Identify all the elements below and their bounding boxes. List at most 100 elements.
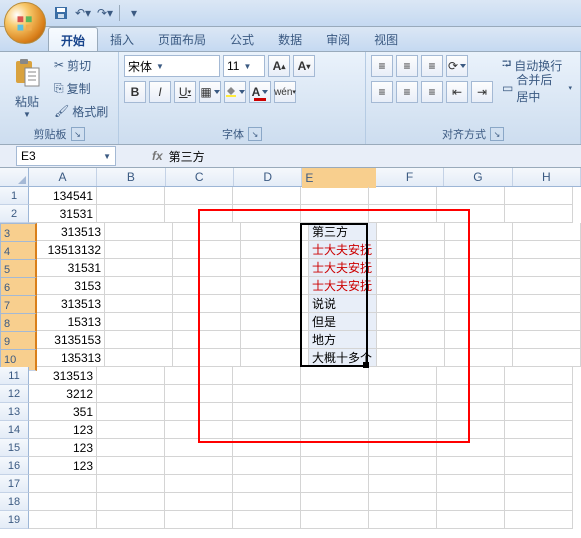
cell[interactable] [301,421,369,439]
cell[interactable] [513,223,581,241]
cell[interactable] [173,295,241,313]
align-dialog-launcher[interactable]: ↘ [490,127,504,141]
row-header[interactable]: 15 [0,439,29,457]
cell[interactable] [513,349,581,367]
cell[interactable] [301,187,369,205]
cell[interactable] [97,403,165,421]
cell[interactable] [301,205,369,223]
cell[interactable] [301,385,369,403]
cell[interactable] [505,205,573,223]
grow-font-button[interactable]: A▴ [268,55,290,77]
cell[interactable] [513,259,581,277]
orientation-button[interactable]: ⟳ [446,55,468,77]
cell[interactable] [233,205,301,223]
cell[interactable] [445,331,513,349]
tab-home[interactable]: 开始 [48,27,98,51]
cell[interactable] [369,385,437,403]
cell[interactable] [165,187,233,205]
tab-review[interactable]: 审阅 [314,27,362,51]
cell[interactable] [233,475,301,493]
copy-button[interactable]: ⎘复制 [51,78,111,98]
cell[interactable]: 士大夫安抚 [309,259,377,277]
cell[interactable] [369,511,437,529]
cell[interactable]: 31531 [37,259,105,277]
cell[interactable]: 351 [29,403,97,421]
cell[interactable] [165,367,233,385]
cut-button[interactable]: ✂剪切 [51,55,111,75]
cell[interactable] [437,205,505,223]
cell[interactable] [369,403,437,421]
tab-pagelayout[interactable]: 页面布局 [146,27,218,51]
tab-view[interactable]: 视图 [362,27,410,51]
cell[interactable] [173,241,241,259]
cell[interactable] [369,367,437,385]
fx-icon[interactable]: fx [152,149,163,163]
cell[interactable] [97,421,165,439]
shrink-font-button[interactable]: A▾ [293,55,315,77]
cell[interactable] [105,223,173,241]
cell[interactable] [369,205,437,223]
font-size-select[interactable]: 11▼ [223,55,265,77]
cell[interactable] [173,313,241,331]
cell[interactable] [513,331,581,349]
cell[interactable]: 313513 [37,295,105,313]
cell[interactable] [505,385,573,403]
select-all-button[interactable] [0,168,29,186]
cell[interactable] [445,349,513,367]
font-dialog-launcher[interactable]: ↘ [248,127,262,141]
cell[interactable]: 3153 [37,277,105,295]
cell[interactable] [445,241,513,259]
cell[interactable] [505,421,573,439]
cell[interactable] [97,367,165,385]
cell[interactable] [173,259,241,277]
cell[interactable] [505,493,573,511]
qat-customize-icon[interactable]: ▾ [125,4,143,22]
formula-input[interactable]: 第三方 [169,148,581,165]
cell[interactable] [505,511,573,529]
name-box[interactable]: E3▼ [16,146,116,166]
cell[interactable] [505,439,573,457]
cell[interactable] [165,421,233,439]
cell[interactable]: 313513 [37,223,105,241]
cell[interactable] [165,511,233,529]
cell[interactable] [233,439,301,457]
cell[interactable] [301,457,369,475]
cell[interactable] [165,475,233,493]
cell[interactable] [233,493,301,511]
cell[interactable] [301,367,369,385]
align-middle-button[interactable]: ≡ [396,55,418,77]
cell[interactable]: 士大夫安抚 [309,241,377,259]
align-top-button[interactable]: ≡ [371,55,393,77]
row-header[interactable]: 14 [0,421,29,439]
cell[interactable] [233,367,301,385]
cell[interactable] [369,475,437,493]
cell[interactable] [445,313,513,331]
cell[interactable] [301,439,369,457]
decrease-indent-button[interactable]: ⇤ [446,81,468,103]
cell[interactable] [173,331,241,349]
cell[interactable] [437,511,505,529]
cell[interactable]: 123 [29,457,97,475]
cell[interactable]: 士大夫安抚 [309,277,377,295]
cell[interactable] [241,295,309,313]
cell[interactable] [29,475,97,493]
tab-data[interactable]: 数据 [266,27,314,51]
cell[interactable] [233,385,301,403]
col-header-C[interactable]: C [166,168,234,186]
cell[interactable] [513,313,581,331]
cell[interactable] [377,349,445,367]
underline-button[interactable]: U▾ [174,81,196,103]
office-button[interactable] [4,2,46,44]
cell[interactable] [437,187,505,205]
cell[interactable]: 说说 [309,295,377,313]
cell[interactable] [241,223,309,241]
bold-button[interactable]: B [124,81,146,103]
row-header[interactable]: 2 [0,205,29,223]
cell[interactable] [437,493,505,511]
italic-button[interactable]: I [149,81,171,103]
cell[interactable] [165,205,233,223]
font-color-button[interactable]: A [249,81,271,103]
cell[interactable]: 135313 [37,349,105,367]
row-header[interactable]: 19 [0,511,29,529]
cell[interactable] [377,223,445,241]
